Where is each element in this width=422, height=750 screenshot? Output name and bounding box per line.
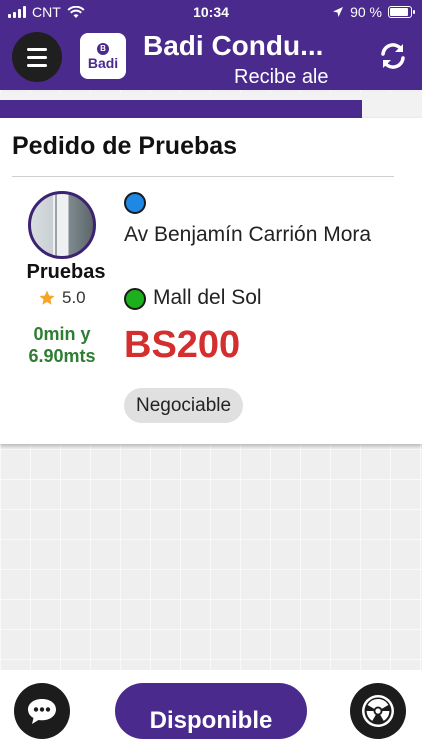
available-button[interactable]: Disponible <box>115 683 307 739</box>
divider <box>12 176 394 177</box>
hamburger-line <box>27 55 47 59</box>
rating-value: 5.0 <box>62 288 86 307</box>
radiation-button[interactable] <box>350 683 406 739</box>
driver-avatar <box>28 191 96 259</box>
radiation-icon <box>362 695 394 727</box>
app-title: Badi Condu... <box>143 30 324 61</box>
origin-marker-icon <box>124 192 146 214</box>
logo-text: Badi <box>87 54 119 71</box>
logo-badge: B <box>97 42 109 55</box>
available-label: Disponible <box>149 707 273 734</box>
order-card[interactable]: Pedido de Pruebas Pruebas 5.0 0min y 6.9… <box>0 118 422 444</box>
driver-name: Pruebas <box>26 261 106 283</box>
battery-icon <box>388 6 415 18</box>
app-logo: B Badi <box>80 33 126 79</box>
app-bar: B Badi Badi Condu... Recibe ale <box>0 24 422 90</box>
price: BS200 <box>124 324 241 366</box>
eta-text: 0min y 6.90mts <box>28 324 96 366</box>
destination-address: Mall del Sol <box>153 286 262 309</box>
battery-percent: 90 % <box>350 4 382 20</box>
app-subtitle: Recibe ale <box>234 66 329 88</box>
destination-marker-icon <box>124 288 146 310</box>
location-arrow-icon <box>333 7 344 17</box>
order-title: Pedido de Pruebas <box>12 132 238 160</box>
avatar-photo-detail <box>55 194 57 256</box>
progress-bar <box>0 100 362 118</box>
hamburger-line <box>27 63 47 67</box>
status-right: 90 % <box>332 4 415 20</box>
menu-button[interactable] <box>12 32 62 82</box>
refresh-icon[interactable] <box>378 41 408 71</box>
status-bar: CNT 10:34 90 % <box>0 0 422 24</box>
chat-bubble-icon <box>28 699 56 724</box>
driver-rating: 5.0 <box>38 288 86 308</box>
hamburger-menu-icon <box>27 47 47 51</box>
star-icon <box>39 290 55 305</box>
chat-button[interactable] <box>14 683 70 739</box>
origin-address: Av Benjamín Carrión Mora <box>124 223 372 246</box>
negotiable-badge: Negociable <box>124 388 244 423</box>
